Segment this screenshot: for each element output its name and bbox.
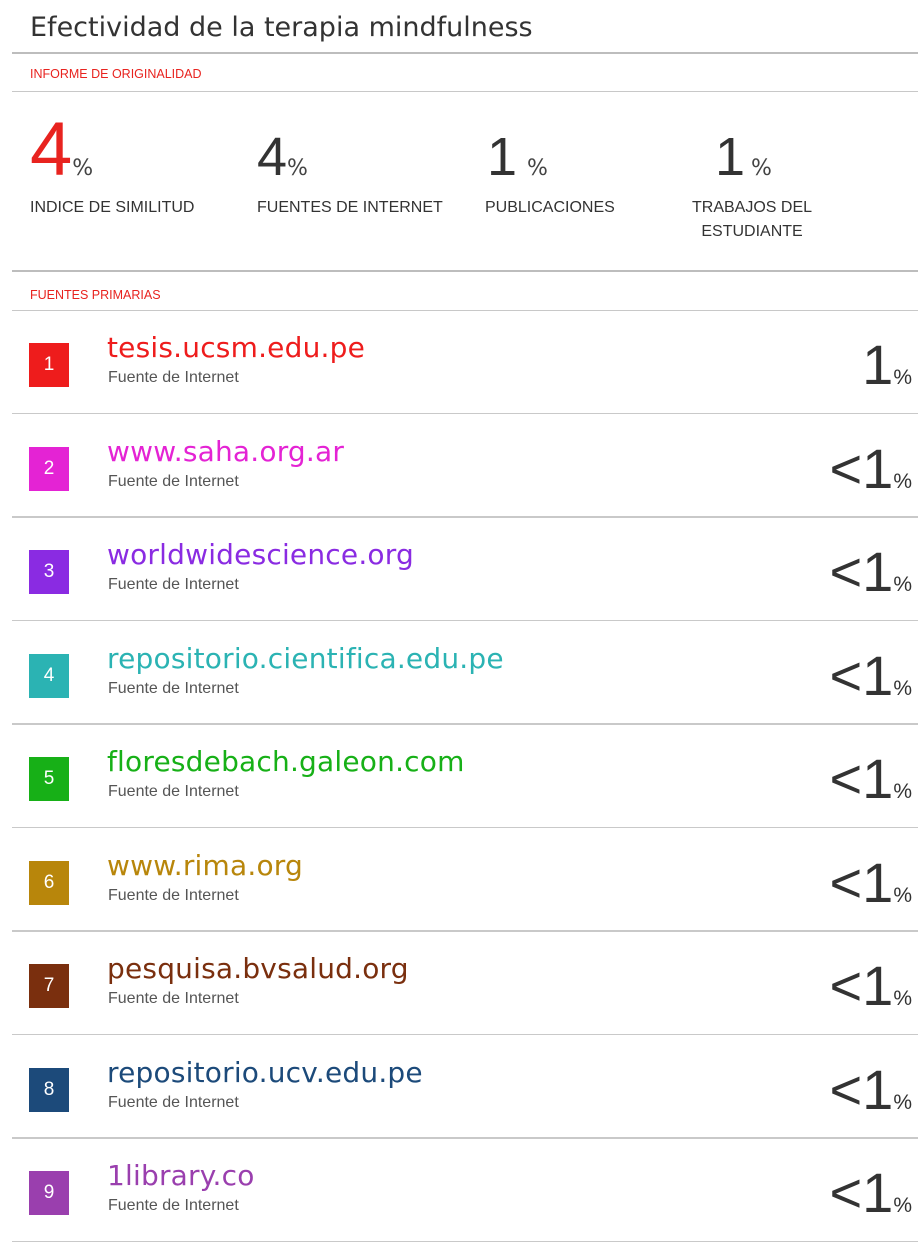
- source-type: Fuente de Internet: [108, 783, 239, 801]
- source-match-value: <1%: [829, 648, 912, 704]
- source-link[interactable]: pesquisa.bvsalud.org: [107, 952, 409, 985]
- similarity-index-stat: 4% INDICE DE SIMILITUD: [30, 112, 93, 188]
- source-match-unit: %: [893, 1194, 912, 1217]
- source-link[interactable]: 1library.co: [107, 1159, 255, 1192]
- source-link[interactable]: www.saha.org.ar: [107, 435, 344, 468]
- source-type: Fuente de Internet: [108, 1094, 239, 1112]
- source-rank-badge: 4: [29, 654, 69, 698]
- student-papers-label-line2: ESTUDIANTE: [692, 220, 812, 244]
- similarity-index-unit: %: [72, 156, 93, 181]
- source-match-number: <1: [829, 851, 893, 914]
- source-match-unit: %: [893, 573, 912, 596]
- source-match-unit: %: [893, 366, 912, 389]
- source-type: Fuente de Internet: [108, 473, 239, 491]
- publications-unit: %: [527, 156, 548, 181]
- publications-value: 1: [487, 130, 517, 184]
- source-type: Fuente de Internet: [108, 680, 239, 698]
- source-type: Fuente de Internet: [108, 576, 239, 594]
- internet-sources-value: 4: [257, 130, 287, 184]
- stats-divider: [12, 270, 918, 272]
- source-match-unit: %: [893, 780, 912, 803]
- source-rank-badge: 9: [29, 1171, 69, 1215]
- source-row: 1 tesis.ucsm.edu.pe Fuente de Internet 1%: [0, 311, 918, 414]
- publications-stat: 1% PUBLICACIONES: [487, 130, 548, 184]
- title-divider: [12, 52, 918, 54]
- source-match-value: <1%: [829, 855, 912, 911]
- source-match-value: <1%: [829, 958, 912, 1014]
- source-match-value: <1%: [829, 441, 912, 497]
- source-match-value: <1%: [829, 544, 912, 600]
- source-link[interactable]: repositorio.ucv.edu.pe: [107, 1056, 423, 1089]
- source-type: Fuente de Internet: [108, 887, 239, 905]
- internet-sources-stat: 4% FUENTES DE INTERNET: [257, 130, 308, 184]
- source-rank-badge: 2: [29, 447, 69, 491]
- source-match-value: 1%: [862, 337, 912, 393]
- report-divider: [12, 91, 918, 92]
- source-match-unit: %: [893, 470, 912, 493]
- source-row: 9 1library.co Fuente de Internet <1%: [0, 1139, 918, 1242]
- source-match-number: 1: [862, 333, 893, 396]
- document-title: Efectividad de la terapia mindfulness: [30, 12, 533, 43]
- source-type: Fuente de Internet: [108, 1197, 239, 1215]
- internet-sources-unit: %: [287, 156, 308, 181]
- source-type: Fuente de Internet: [108, 990, 239, 1008]
- source-row: 3 worldwidescience.org Fuente de Internet <…: [0, 518, 918, 621]
- source-link[interactable]: worldwidescience.org: [107, 538, 414, 571]
- student-papers-label-line1: TRABAJOS DEL: [692, 196, 812, 220]
- internet-sources-label: FUENTES DE INTERNET: [257, 196, 443, 220]
- source-match-unit: %: [893, 1091, 912, 1114]
- source-type: Fuente de Internet: [108, 369, 239, 387]
- source-match-number: <1: [829, 747, 893, 810]
- source-match-number: <1: [829, 1058, 893, 1121]
- publications-label: PUBLICACIONES: [485, 196, 615, 220]
- source-match-value: <1%: [829, 1165, 912, 1221]
- source-row: 4 repositorio.cientifica.edu.pe Fuente de …: [0, 622, 918, 725]
- source-link[interactable]: repositorio.cientifica.edu.pe: [107, 642, 504, 675]
- student-papers-value: 1: [715, 130, 745, 184]
- source-row: 8 repositorio.ucv.edu.pe Fuente de Interne…: [0, 1036, 918, 1139]
- source-rank-badge: 5: [29, 757, 69, 801]
- source-rank-badge: 7: [29, 964, 69, 1008]
- source-match-number: <1: [829, 1161, 893, 1224]
- source-rank-badge: 1: [29, 343, 69, 387]
- source-row: 7 pesquisa.bvsalud.org Fuente de Internet <…: [0, 932, 918, 1035]
- primary-sources-label: FUENTES PRIMARIAS: [30, 288, 161, 302]
- source-row: 5 floresdebach.galeon.com Fuente de Intern…: [0, 725, 918, 828]
- source-rank-badge: 8: [29, 1068, 69, 1112]
- source-link[interactable]: tesis.ucsm.edu.pe: [107, 331, 365, 364]
- report-label: INFORME DE ORIGINALIDAD: [30, 67, 202, 81]
- source-match-value: <1%: [829, 751, 912, 807]
- source-rank-badge: 3: [29, 550, 69, 594]
- source-link[interactable]: floresdebach.galeon.com: [107, 745, 465, 778]
- similarity-index-value: 4: [30, 112, 72, 188]
- source-row: 6 www.rima.org Fuente de Internet <1%: [0, 829, 918, 932]
- source-match-unit: %: [893, 677, 912, 700]
- student-papers-label: TRABAJOS DEL ESTUDIANTE: [692, 196, 812, 244]
- source-match-number: <1: [829, 540, 893, 603]
- source-match-number: <1: [829, 644, 893, 707]
- source-match-number: <1: [829, 437, 893, 500]
- similarity-index-label: INDICE DE SIMILITUD: [30, 196, 194, 220]
- student-papers-stat: 1% TRABAJOS DEL ESTUDIANTE: [715, 130, 772, 184]
- source-row: 2 www.saha.org.ar Fuente de Internet <1%: [0, 415, 918, 518]
- source-link[interactable]: www.rima.org: [107, 849, 303, 882]
- source-match-unit: %: [893, 987, 912, 1010]
- source-match-value: <1%: [829, 1062, 912, 1118]
- source-rank-badge: 6: [29, 861, 69, 905]
- source-match-unit: %: [893, 884, 912, 907]
- source-match-number: <1: [829, 954, 893, 1017]
- student-papers-unit: %: [751, 156, 772, 181]
